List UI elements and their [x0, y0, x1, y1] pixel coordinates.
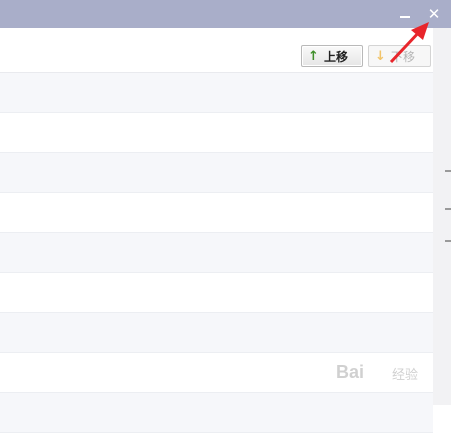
list-row[interactable]: [0, 193, 433, 233]
move-up-button[interactable]: ↑ 上移: [301, 45, 363, 67]
list-row[interactable]: [0, 273, 433, 313]
arrow-up-icon: ↑: [308, 49, 319, 64]
move-up-label: 上移: [324, 50, 349, 64]
watermark-suffix: 经验: [392, 368, 419, 383]
list-row[interactable]: [0, 313, 433, 353]
watermark-logo: Bai 经验: [332, 354, 432, 394]
list-row[interactable]: [0, 393, 433, 433]
list-row[interactable]: [0, 113, 433, 153]
list-row[interactable]: [0, 73, 433, 113]
edge-tick: [445, 208, 451, 210]
list-row[interactable]: [0, 233, 433, 273]
watermark-brand: Bai: [336, 362, 365, 382]
window-edge-strip: [433, 28, 451, 405]
window-titlebar: ✕: [0, 0, 451, 28]
edge-tick: [445, 240, 451, 242]
toolbar: ↑ 上移 ↓ 下移: [0, 28, 433, 73]
annotation-arrow-icon: [389, 22, 429, 64]
list-row[interactable]: [0, 153, 433, 193]
edge-tick: [445, 170, 451, 172]
